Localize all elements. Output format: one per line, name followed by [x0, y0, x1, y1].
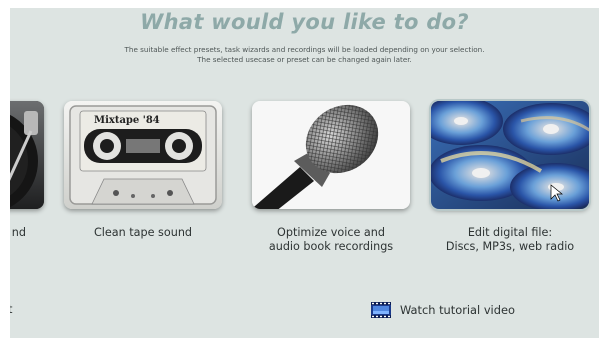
option-label-digital: Edit digital file: Discs, MP3s, web radi…: [421, 226, 599, 254]
option-label-voice-line1: Optimize voice and: [277, 226, 385, 239]
option-label-tape-line1: Clean tape sound: [93, 226, 193, 239]
subtitle-line-2: The selected usecase or preset can be ch…: [197, 55, 412, 64]
usecase-panel: What would you like to do? The suitable …: [10, 8, 599, 338]
footer-left-link[interactable]: t: [10, 302, 12, 316]
option-label-vinyl-text: nd: [11, 226, 26, 239]
option-label-digital-line2: Discs, MP3s, web radio: [445, 240, 575, 253]
subtitle-line-1: The suitable effect presets, task wizard…: [124, 45, 485, 54]
option-label-voice-line2: audio book recordings: [268, 240, 394, 253]
option-label-voice: Optimize voice and audio book recordings: [242, 226, 420, 254]
watch-tutorial-label: Watch tutorial video: [400, 303, 515, 317]
option-label-vinyl: nd: [10, 226, 26, 240]
option-label-digital-line1: Edit digital file:: [467, 226, 553, 239]
watch-tutorial-link[interactable]: Watch tutorial video: [371, 302, 515, 318]
turntable-icon: [10, 101, 44, 209]
option-label-tape: Clean tape sound: [64, 226, 222, 240]
option-card-tape[interactable]: Mixtape '84: [64, 101, 222, 209]
tape-label-text: Mixtape '84: [94, 115, 160, 126]
option-card-digital[interactable]: [431, 101, 589, 209]
option-card-vinyl[interactable]: [10, 101, 44, 209]
page-title: What would you like to do?: [140, 10, 469, 34]
microphone-icon: [252, 101, 410, 209]
cassette-icon: Mixtape '84: [64, 101, 222, 209]
cd-icon: [431, 101, 589, 209]
film-icon: [371, 302, 391, 318]
option-card-voice[interactable]: [252, 101, 410, 209]
